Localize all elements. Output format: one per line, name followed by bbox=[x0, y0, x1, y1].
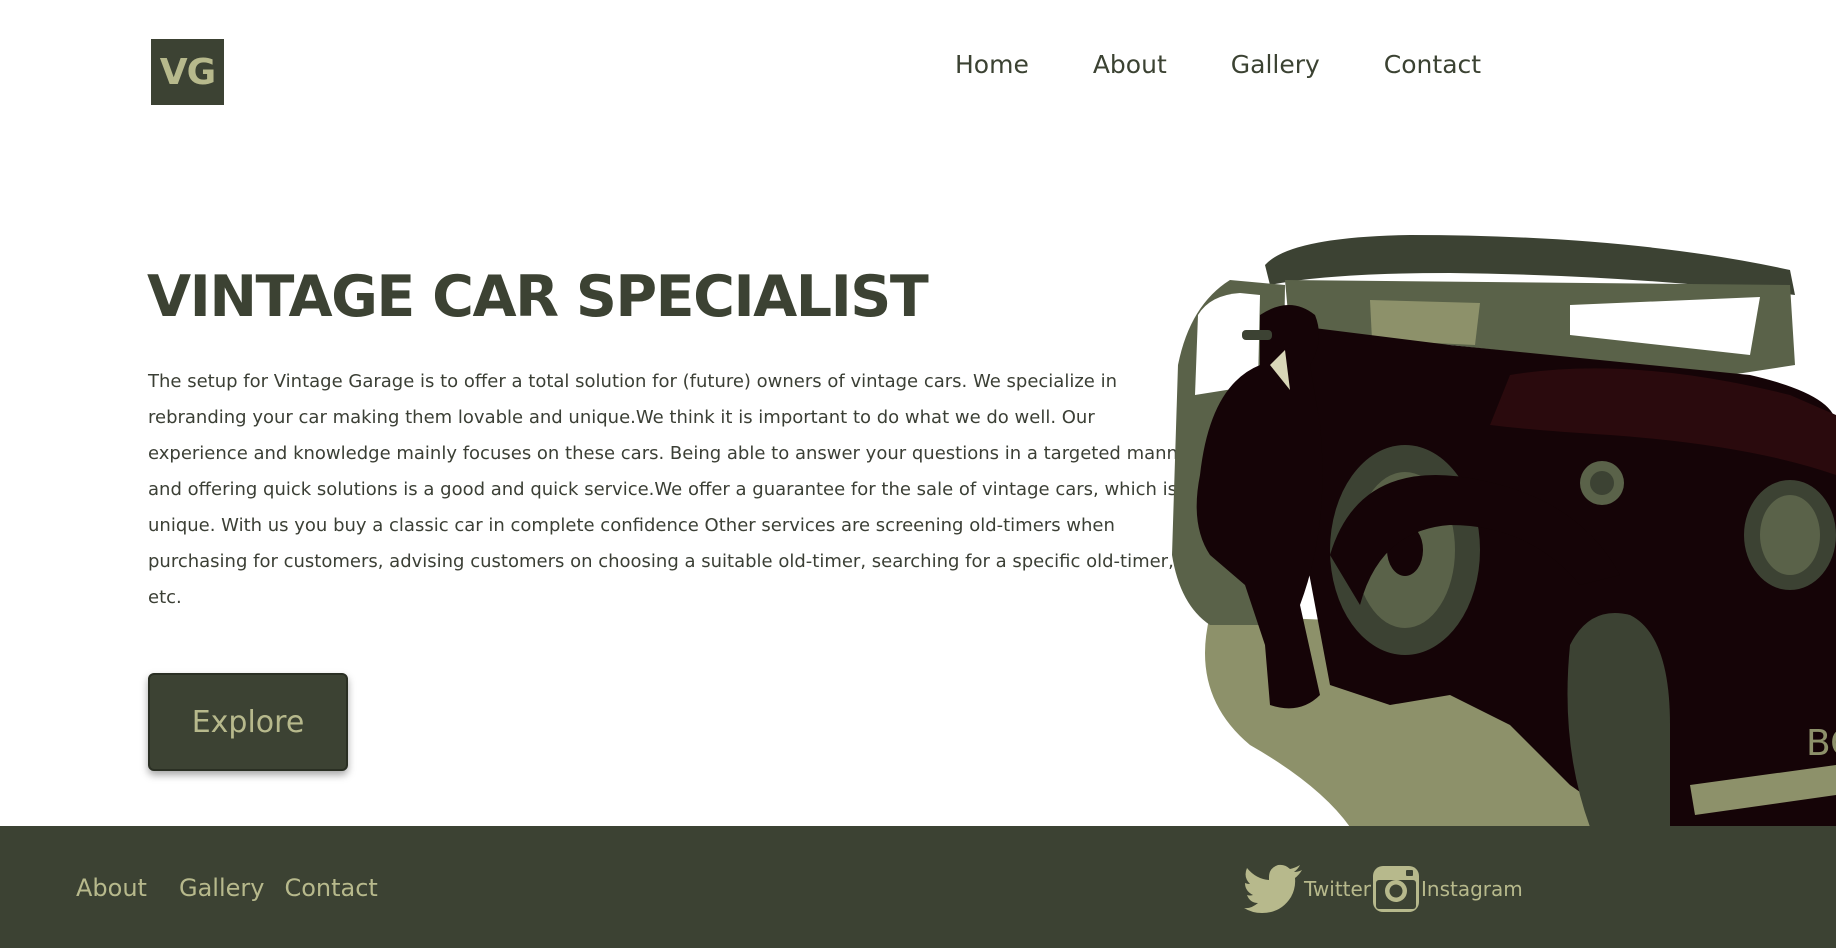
hero-title: VINTAGE CAR SPECIALIST bbox=[147, 264, 929, 330]
twitter-link[interactable]: Twitter bbox=[1244, 864, 1371, 914]
explore-button[interactable]: Explore bbox=[148, 673, 348, 771]
nav-gallery[interactable]: Gallery bbox=[1231, 50, 1320, 79]
plate-text: BG bbox=[1806, 723, 1836, 764]
logo[interactable]: VG bbox=[151, 39, 224, 105]
instagram-label: Instagram bbox=[1421, 877, 1523, 901]
nav-about[interactable]: About bbox=[1093, 50, 1167, 79]
main-nav: Home About Gallery Contact bbox=[955, 50, 1481, 79]
vintage-car-illustration: BG bbox=[1172, 235, 1836, 827]
footer-link-gallery[interactable]: Gallery bbox=[179, 874, 264, 902]
nav-contact[interactable]: Contact bbox=[1384, 50, 1481, 79]
instagram-icon bbox=[1373, 866, 1419, 912]
twitter-bird-icon bbox=[1244, 864, 1302, 913]
footer-link-contact[interactable]: Contact bbox=[284, 874, 377, 902]
nav-home[interactable]: Home bbox=[955, 50, 1029, 79]
instagram-link[interactable]: Instagram bbox=[1371, 864, 1523, 914]
footer-links: About Gallery Contact bbox=[76, 874, 378, 902]
footer: About Gallery Contact Twitter Instagram bbox=[0, 826, 1836, 948]
hero-description: The setup for Vintage Garage is to offer… bbox=[148, 371, 1197, 608]
footer-link-about[interactable]: About bbox=[76, 874, 147, 902]
twitter-label: Twitter bbox=[1304, 877, 1372, 901]
